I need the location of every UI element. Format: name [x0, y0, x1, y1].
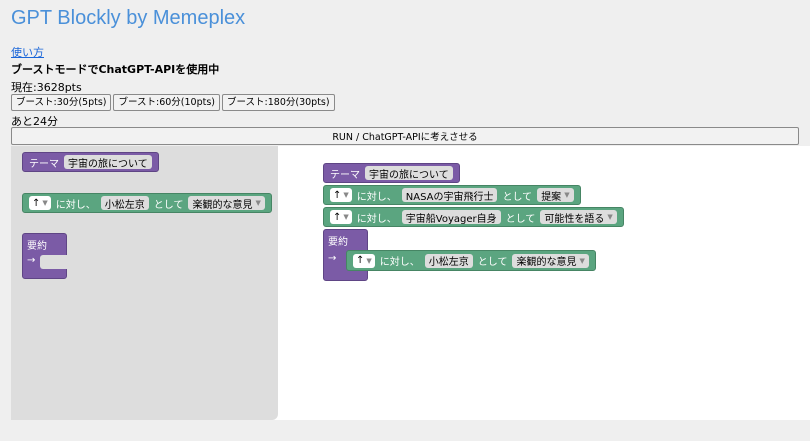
boost-180-button[interactable]: ブースト:180分(30pts) [222, 94, 335, 111]
person-text-field[interactable]: 小松左京 [424, 253, 473, 268]
right-arrow-icon: → [27, 255, 36, 266]
run-button[interactable]: RUN / ChatGPT-APIに考えさせる [11, 127, 799, 145]
summary-label: 要約 [328, 237, 348, 248]
chevron-down-icon: ▼ [579, 256, 585, 265]
chevron-down-icon: ▼ [366, 256, 372, 265]
workspace-relation-block[interactable]: ↑ ▼ に対し、 NASAの宇宙飛行士 として 提案 ▼ [323, 185, 581, 205]
theme-text-field[interactable]: 宇宙の旅について [64, 155, 152, 170]
summary-label: 要約 [27, 241, 47, 252]
for-label: に対し、 [356, 191, 397, 203]
opinion-value: 提案 [541, 191, 562, 203]
arrow-dropdown[interactable]: ↑ ▼ [330, 210, 352, 224]
workspace-relation-block[interactable]: ↑ ▼ に対し、 宇宙船Voyager自身 として 可能性を語る ▼ [323, 207, 624, 227]
as-label: として [502, 191, 533, 203]
chevron-down-icon: ▼ [343, 213, 349, 221]
opinion-dropdown[interactable]: 楽観的な意見 ▼ [512, 253, 589, 268]
for-label: に対し、 [379, 257, 420, 268]
chevron-down-icon: ▼ [607, 213, 613, 221]
opinion-dropdown[interactable]: 可能性を語る ▼ [540, 210, 617, 225]
workspace-theme-block[interactable]: テーマ 宇宙の旅について [323, 163, 460, 183]
opinion-dropdown[interactable]: 提案 ▼ [537, 188, 574, 203]
opinion-value: 楽観的な意見 [192, 199, 253, 211]
toolbox-summary-block[interactable]: 要約 → [22, 233, 68, 279]
right-arrow-icon: → [328, 253, 337, 264]
as-label: として [505, 213, 536, 225]
arrow-dropdown[interactable]: ↑ ▼ [353, 253, 375, 268]
boost-60-button[interactable]: ブースト:60分(10pts) [113, 94, 221, 111]
chevron-down-icon: ▼ [343, 191, 349, 199]
chevron-down-icon: ▼ [564, 191, 570, 199]
as-label: として [477, 257, 508, 268]
chevron-down-icon: ▼ [255, 199, 261, 207]
person-text-field[interactable]: NASAの宇宙飛行士 [401, 188, 498, 203]
summary-relation-block[interactable]: ↑ ▼ に対し、 小松左京 として 楽観的な意見 ▼ [346, 250, 596, 271]
up-arrow-icon: ↑ [333, 211, 342, 223]
person-text-field[interactable]: 小松左京 [100, 196, 149, 211]
opinion-dropdown[interactable]: 楽観的な意見 ▼ [188, 196, 265, 211]
opinion-value: 可能性を語る [544, 213, 605, 225]
theme-text-field[interactable]: 宇宙の旅について [365, 166, 453, 181]
chevron-down-icon: ▼ [42, 199, 48, 207]
theme-label: テーマ [29, 158, 59, 170]
points-status: 現在:3628pts [11, 81, 82, 94]
help-link[interactable]: 使い方 [11, 44, 44, 60]
mode-status: ブーストモードでChatGPT-APIを使用中 [11, 63, 220, 76]
toolbox-relation-block[interactable]: ↑ ▼ に対し、 小松左京 として 楽観的な意見 ▼ [22, 193, 272, 213]
for-label: に対し、 [356, 213, 397, 225]
blockly-workspace[interactable]: テーマ 宇宙の旅について ↑ ▼ に対し、 小松左京 として 楽観的な意見 ▼ 要約… [11, 146, 810, 420]
for-label: に対し、 [55, 199, 96, 211]
person-text-field[interactable]: 宇宙船Voyager自身 [401, 210, 501, 225]
boost-button-row: ブースト:30分(5pts) ブースト:60分(10pts) ブースト:180分… [11, 94, 335, 111]
opinion-value: 楽観的な意見 [516, 257, 577, 268]
up-arrow-icon: ↑ [32, 197, 41, 209]
arrow-dropdown[interactable]: ↑ ▼ [29, 196, 51, 210]
page-title: GPT Blockly by Memeplex [11, 7, 246, 29]
as-label: として [153, 199, 184, 211]
arrow-dropdown[interactable]: ↑ ▼ [330, 188, 352, 202]
toolbox-flyout: テーマ 宇宙の旅について ↑ ▼ に対し、 小松左京 として 楽観的な意見 ▼ 要約… [11, 146, 278, 420]
theme-label: テーマ [330, 169, 360, 181]
toolbox-theme-block[interactable]: テーマ 宇宙の旅について [22, 152, 159, 172]
boost-30-button[interactable]: ブースト:30分(5pts) [11, 94, 112, 111]
up-arrow-icon: ↑ [356, 255, 365, 266]
up-arrow-icon: ↑ [333, 189, 342, 201]
